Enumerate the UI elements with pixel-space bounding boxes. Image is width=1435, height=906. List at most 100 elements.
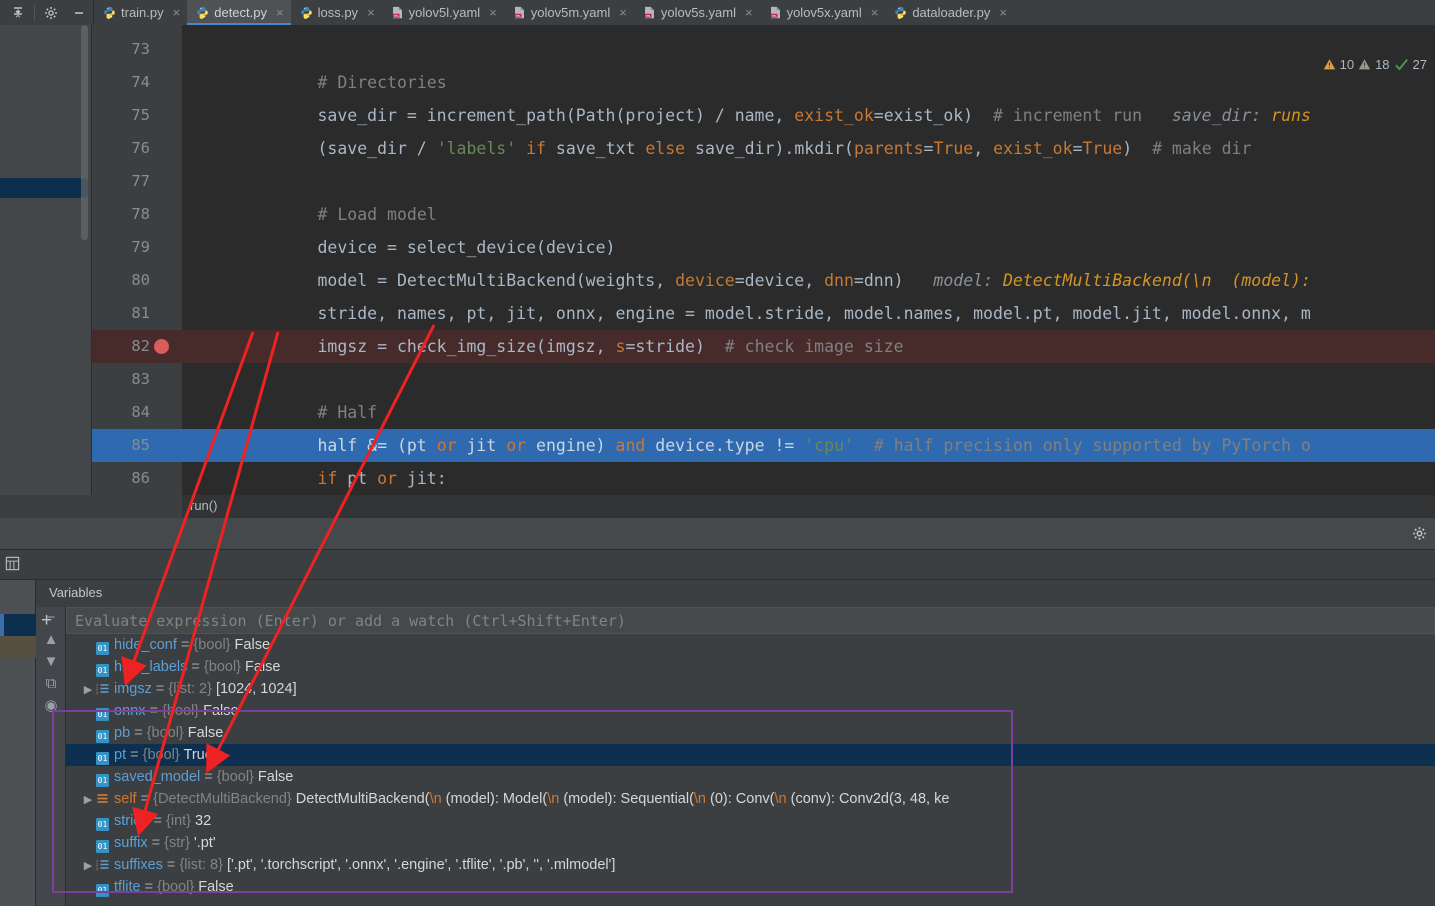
debugger-settings-icon[interactable] — [1412, 526, 1427, 546]
expand-chevron-icon[interactable]: ▶ — [80, 789, 96, 810]
variable-name: imgsz — [114, 681, 152, 697]
python-file-icon — [104, 6, 115, 19]
primitive-value-icon: 01 — [96, 752, 109, 765]
minimize-icon[interactable] — [65, 0, 93, 25]
variable-type: {str} — [164, 835, 190, 851]
variable-row-self[interactable]: ▶ self = {DetectMultiBackend} DetectMulti… — [66, 788, 1013, 810]
frames-column[interactable]: ▼ — [0, 580, 36, 906]
variable-row-pb[interactable]: ▶01pb = {bool} False — [66, 722, 1435, 744]
variable-row-onnx[interactable]: ▶01onnx = {bool} False — [66, 700, 1435, 722]
code-line-84[interactable]: # Half — [182, 396, 377, 429]
evaluate-expression-input[interactable]: Evaluate expression (Enter) or add a wat… — [66, 607, 1435, 634]
expand-chevron-icon[interactable]: ▶ — [80, 679, 96, 701]
tab-close-icon[interactable]: × — [489, 5, 497, 20]
warning-count: 10 — [1339, 56, 1355, 72]
breakpoint-marker[interactable] — [154, 339, 169, 354]
code-line-81[interactable]: stride, names, pt, jit, onnx, engine = m… — [182, 297, 1310, 330]
variable-equals: = — [149, 813, 166, 829]
variables-tab[interactable]: Variables — [36, 580, 1435, 607]
code-text-area[interactable]: # Directories save_dir = increment_path(… — [182, 25, 1435, 500]
editor-gutter[interactable]: 737475767778798081828384858687 — [92, 25, 182, 520]
tab-yolov5l-yaml[interactable]: YML yolov5l.yaml × — [381, 0, 504, 25]
inspection-widget[interactable]: 10 18 27 — [1323, 55, 1427, 73]
code-editor[interactable]: 737475767778798081828384858687 # Directo… — [0, 25, 1435, 520]
variable-value: DetectMultiBackend(\n (model): Model(\n … — [291, 791, 950, 807]
tab-close-icon[interactable]: × — [367, 5, 375, 20]
variables-list[interactable]: ▶01hide_conf = {bool} False▶01hide_label… — [66, 634, 1435, 906]
pycharm-window: train.py × detect.py × loss.py × YML yolov5l.ya… — [0, 0, 1435, 906]
svg-text:YML: YML — [646, 14, 651, 18]
variable-row-suffixes[interactable]: ▶ 1 2 3 suffixes = {list: 8} ['.pt', '.torch… — [66, 854, 1435, 876]
expand-chevron-icon[interactable]: ▶ — [80, 855, 96, 877]
variable-row-tflite[interactable]: ▶01tflite = {bool} False — [66, 876, 1435, 898]
variable-equals: = — [187, 659, 204, 675]
primitive-value-icon: 01 — [96, 664, 109, 677]
copy-value-icon[interactable]: ⧉ — [36, 672, 66, 694]
tab-label: yolov5m.yaml — [530, 5, 611, 20]
code-line-86[interactable]: if pt or jit: — [182, 462, 446, 495]
line-number: 86 — [131, 469, 150, 487]
code-line-73[interactable] — [182, 33, 248, 66]
tab-yolov5s-yaml[interactable]: YML yolov5s.yaml × — [633, 0, 760, 25]
code-line-85[interactable]: half &= (pt or jit or engine) and device… — [182, 429, 1435, 462]
layout-grid-icon[interactable] — [5, 556, 20, 576]
inspect-value-icon[interactable]: ◉ — [36, 694, 66, 716]
yaml-file-icon: YML — [644, 6, 654, 19]
variable-row-stride[interactable]: ▶01stride = {int} 32 — [66, 810, 1435, 832]
typo-count: 27 — [1412, 56, 1427, 72]
code-line-79[interactable]: device = select_device(device) — [182, 231, 615, 264]
variable-equals: = — [200, 769, 217, 785]
code-line-74[interactable]: # Directories — [182, 66, 446, 99]
gear-icon[interactable] — [37, 0, 65, 25]
tab-yolov5m-yaml[interactable]: YML yolov5m.yaml × — [503, 0, 634, 25]
code-line-80[interactable]: model = DetectMultiBackend(weights, devi… — [182, 264, 1310, 297]
primitive-value-icon: 01 — [96, 730, 109, 743]
tab-dataloader-py[interactable]: dataloader.py × — [885, 0, 1014, 25]
tab-close-icon[interactable]: × — [619, 5, 627, 20]
left-panel-scrollbar[interactable] — [81, 25, 88, 240]
left-panel-selected-row — [0, 178, 84, 198]
editor-left-panel[interactable] — [0, 25, 92, 500]
code-line-77[interactable] — [182, 165, 248, 198]
tab-close-icon[interactable]: × — [173, 5, 181, 20]
tab-close-icon[interactable]: × — [871, 5, 879, 20]
variable-row-pt[interactable]: ▶01pt = {bool} True — [66, 744, 1435, 766]
variable-row-hide_conf[interactable]: ▶01hide_conf = {bool} False — [66, 634, 1435, 656]
variable-name: suffix — [114, 835, 148, 851]
debugger-panel-header — [0, 550, 1435, 580]
tab-close-icon[interactable]: × — [745, 5, 753, 20]
variable-value: False — [230, 637, 271, 653]
move-down-icon[interactable]: ▼ — [36, 650, 66, 672]
breadcrumb-current[interactable]: run() — [190, 498, 217, 513]
tab-yolov5x-yaml[interactable]: YML yolov5x.yaml × — [759, 0, 886, 25]
python-file-icon — [300, 6, 312, 19]
variable-type: {list: 2} — [168, 681, 212, 697]
primitive-value-icon: 01 — [96, 642, 109, 655]
variable-equals: = — [176, 637, 194, 653]
collapse-all-icon[interactable] — [4, 0, 32, 25]
tab-loss-py[interactable]: loss.py × — [290, 0, 382, 25]
code-line-82[interactable]: imgsz = check_img_size(imgsz, s=stride) … — [182, 330, 1435, 363]
tab-close-icon[interactable]: × — [276, 5, 284, 20]
variable-type: {DetectMultiBackend} — [153, 791, 292, 807]
variable-row-hide_labels[interactable]: ▶01hide_labels = {bool} False — [66, 656, 1435, 678]
variable-row-saved_model[interactable]: ▶01saved_model = {bool} False — [66, 766, 1435, 788]
variable-row-suffix[interactable]: ▶01suffix = {str} '.pt' — [66, 832, 1435, 854]
tab-label: yolov5l.yaml — [408, 5, 481, 20]
yaml-file-icon: YML — [514, 6, 524, 19]
tab-train-py[interactable]: train.py × — [94, 0, 188, 25]
code-line-83[interactable] — [182, 363, 248, 396]
variable-type: {bool} — [161, 703, 200, 719]
left-panel-scrollbar-thumb[interactable] — [81, 178, 88, 198]
variable-row-imgsz[interactable]: ▶ 1 2 3 imgsz = {list: 2} [1024, 1024] — [66, 678, 1435, 700]
tab-close-icon[interactable]: × — [999, 5, 1007, 20]
frame-row-secondary[interactable] — [0, 636, 36, 658]
collection-value-icon: 123 — [96, 856, 109, 871]
code-line-78[interactable]: # Load model — [182, 198, 436, 231]
code-line-75[interactable]: save_dir = increment_path(Path(project) … — [182, 99, 1310, 132]
frame-row-selected[interactable] — [0, 614, 36, 636]
variable-type: {bool} — [142, 747, 180, 763]
add-watch-icon[interactable]: + — [41, 610, 52, 632]
code-line-76[interactable]: (save_dir / 'labels' if save_txt else sa… — [182, 132, 1251, 165]
tab-detect-py[interactable]: detect.py × — [187, 0, 291, 25]
